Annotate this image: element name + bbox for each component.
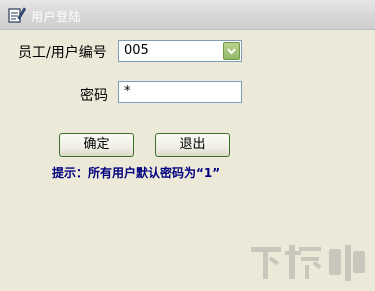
chevron-down-icon — [227, 48, 236, 55]
user-id-label: 员工/用户编号 — [18, 45, 107, 61]
title-bar[interactable]: 用户登陆 — [0, 0, 375, 30]
site-watermark-logo — [251, 245, 365, 281]
password-label: 密码 — [80, 88, 108, 104]
ok-button[interactable]: 确定 — [59, 133, 134, 157]
user-id-value: 005 — [124, 43, 149, 58]
user-id-combobox[interactable]: 005 — [118, 40, 242, 62]
login-app-icon — [8, 6, 27, 24]
password-field[interactable]: * — [118, 81, 242, 103]
default-password-hint: 提示：所有用户默认密码为“1” — [52, 166, 221, 180]
exit-button[interactable]: 退出 — [155, 133, 230, 157]
dropdown-button[interactable] — [223, 42, 240, 60]
login-window: 用户登陆 员工/用户编号 005 密码 * 确定 退出 提示：所有用户默认密码为… — [0, 0, 375, 291]
window-title: 用户登陆 — [31, 10, 82, 24]
